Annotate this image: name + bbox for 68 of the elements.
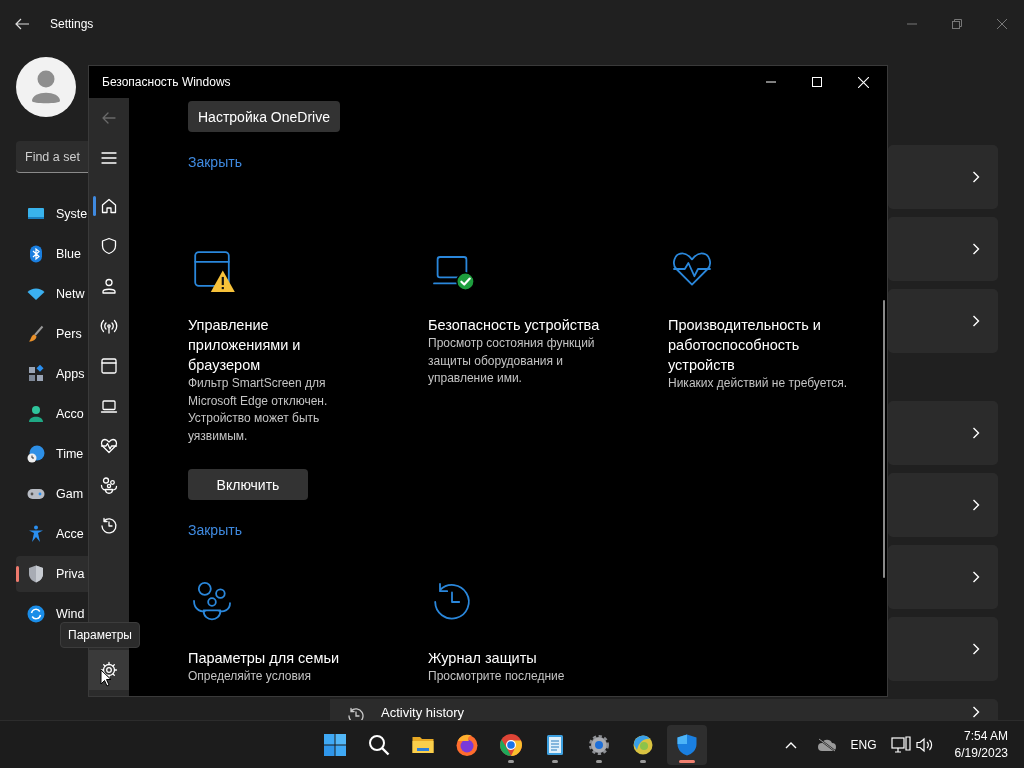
maximize-icon xyxy=(812,77,822,87)
network-icon[interactable] xyxy=(890,735,911,754)
browser-icon xyxy=(499,732,523,757)
search-icon xyxy=(367,732,391,757)
window-title: Безопасность Windows xyxy=(102,75,231,89)
card-title: Управление приложениями и браузером xyxy=(188,316,302,375)
start-icon xyxy=(323,732,347,757)
nav-item[interactable]: Acce xyxy=(16,516,88,552)
heart-pulse-icon xyxy=(99,436,119,456)
onedrive-setup-button[interactable]: Настройка OneDrive xyxy=(188,101,340,132)
card-description: Определяйте условия xyxy=(188,668,312,685)
nav-item[interactable]: Pers xyxy=(16,316,88,352)
nav-item[interactable]: Gam xyxy=(16,476,88,512)
window-icon xyxy=(99,356,119,376)
settings-card[interactable]: Activity history xyxy=(330,699,998,720)
cloud-off-icon[interactable] xyxy=(816,737,837,752)
card-description: Фильтр SmartScreen для Microsoft Edge отключен. Устройство может быть уязвимым. xyxy=(188,375,329,445)
card-description: Просмотр состояния функций защиты оборудования и управление ими. xyxy=(428,335,596,387)
search-field[interactable]: Find a set xyxy=(16,141,88,173)
dismiss-link[interactable]: Закрыть xyxy=(188,522,242,538)
card-description: Никаких действий не требуется. xyxy=(668,375,848,392)
home-icon xyxy=(99,196,119,216)
show-hidden-icons-button[interactable] xyxy=(784,740,797,749)
dismiss-link[interactable]: Закрыть xyxy=(188,154,242,170)
close-icon xyxy=(857,76,869,88)
window-title: Settings xyxy=(50,17,94,31)
taskbar-button[interactable] xyxy=(667,724,707,765)
back-icon xyxy=(14,16,30,32)
card-label: Activity history xyxy=(381,706,465,720)
settings-icon xyxy=(587,732,611,757)
card-title: Параметры для семьи xyxy=(188,649,340,668)
history-icon xyxy=(99,516,119,536)
language-indicator[interactable]: ENG xyxy=(850,737,877,752)
back-button[interactable] xyxy=(14,16,30,32)
restore-icon xyxy=(951,19,962,29)
chevron-up-icon xyxy=(784,740,797,749)
shield-icon xyxy=(99,236,119,256)
card-title: Безопасность устройства xyxy=(428,316,600,335)
person-icon xyxy=(99,276,119,296)
enable-button[interactable]: Включить xyxy=(188,469,308,500)
clock[interactable]: 7:54 AM 6/19/2023 xyxy=(954,727,1008,762)
shield-icon xyxy=(675,732,699,757)
nav-item[interactable]: Netw xyxy=(16,276,88,312)
shield-icon xyxy=(26,564,46,584)
people-icon xyxy=(99,476,119,496)
nav-item[interactable]: Apps xyxy=(16,356,88,392)
nav-item[interactable]: Priva xyxy=(16,556,88,592)
nav-item[interactable]: Blue xyxy=(16,236,88,272)
apps-icon xyxy=(26,364,46,384)
browser-icon xyxy=(455,732,479,757)
nav-item[interactable]: Acco xyxy=(16,396,88,432)
card-description: Просмотрите последние xyxy=(428,668,565,685)
nav-item[interactable]: Time xyxy=(16,436,88,472)
volume-icon[interactable] xyxy=(914,736,933,753)
globe-clock-icon xyxy=(26,444,46,464)
pointer-icon xyxy=(100,669,112,687)
tooltip: Параметры xyxy=(60,622,140,648)
settings-button[interactable] xyxy=(89,650,129,690)
avatar xyxy=(16,57,76,117)
card-title: Журнал защиты xyxy=(428,649,537,668)
sync-icon xyxy=(26,604,46,624)
person-icon xyxy=(26,404,46,424)
settings-icon xyxy=(99,660,119,680)
history-icon xyxy=(346,706,366,720)
scrollbar[interactable] xyxy=(883,300,885,578)
card-title: Производительность и работоспособность устройств xyxy=(668,316,822,375)
nav-item[interactable]: Syste xyxy=(16,196,88,232)
close-icon xyxy=(996,19,1007,29)
